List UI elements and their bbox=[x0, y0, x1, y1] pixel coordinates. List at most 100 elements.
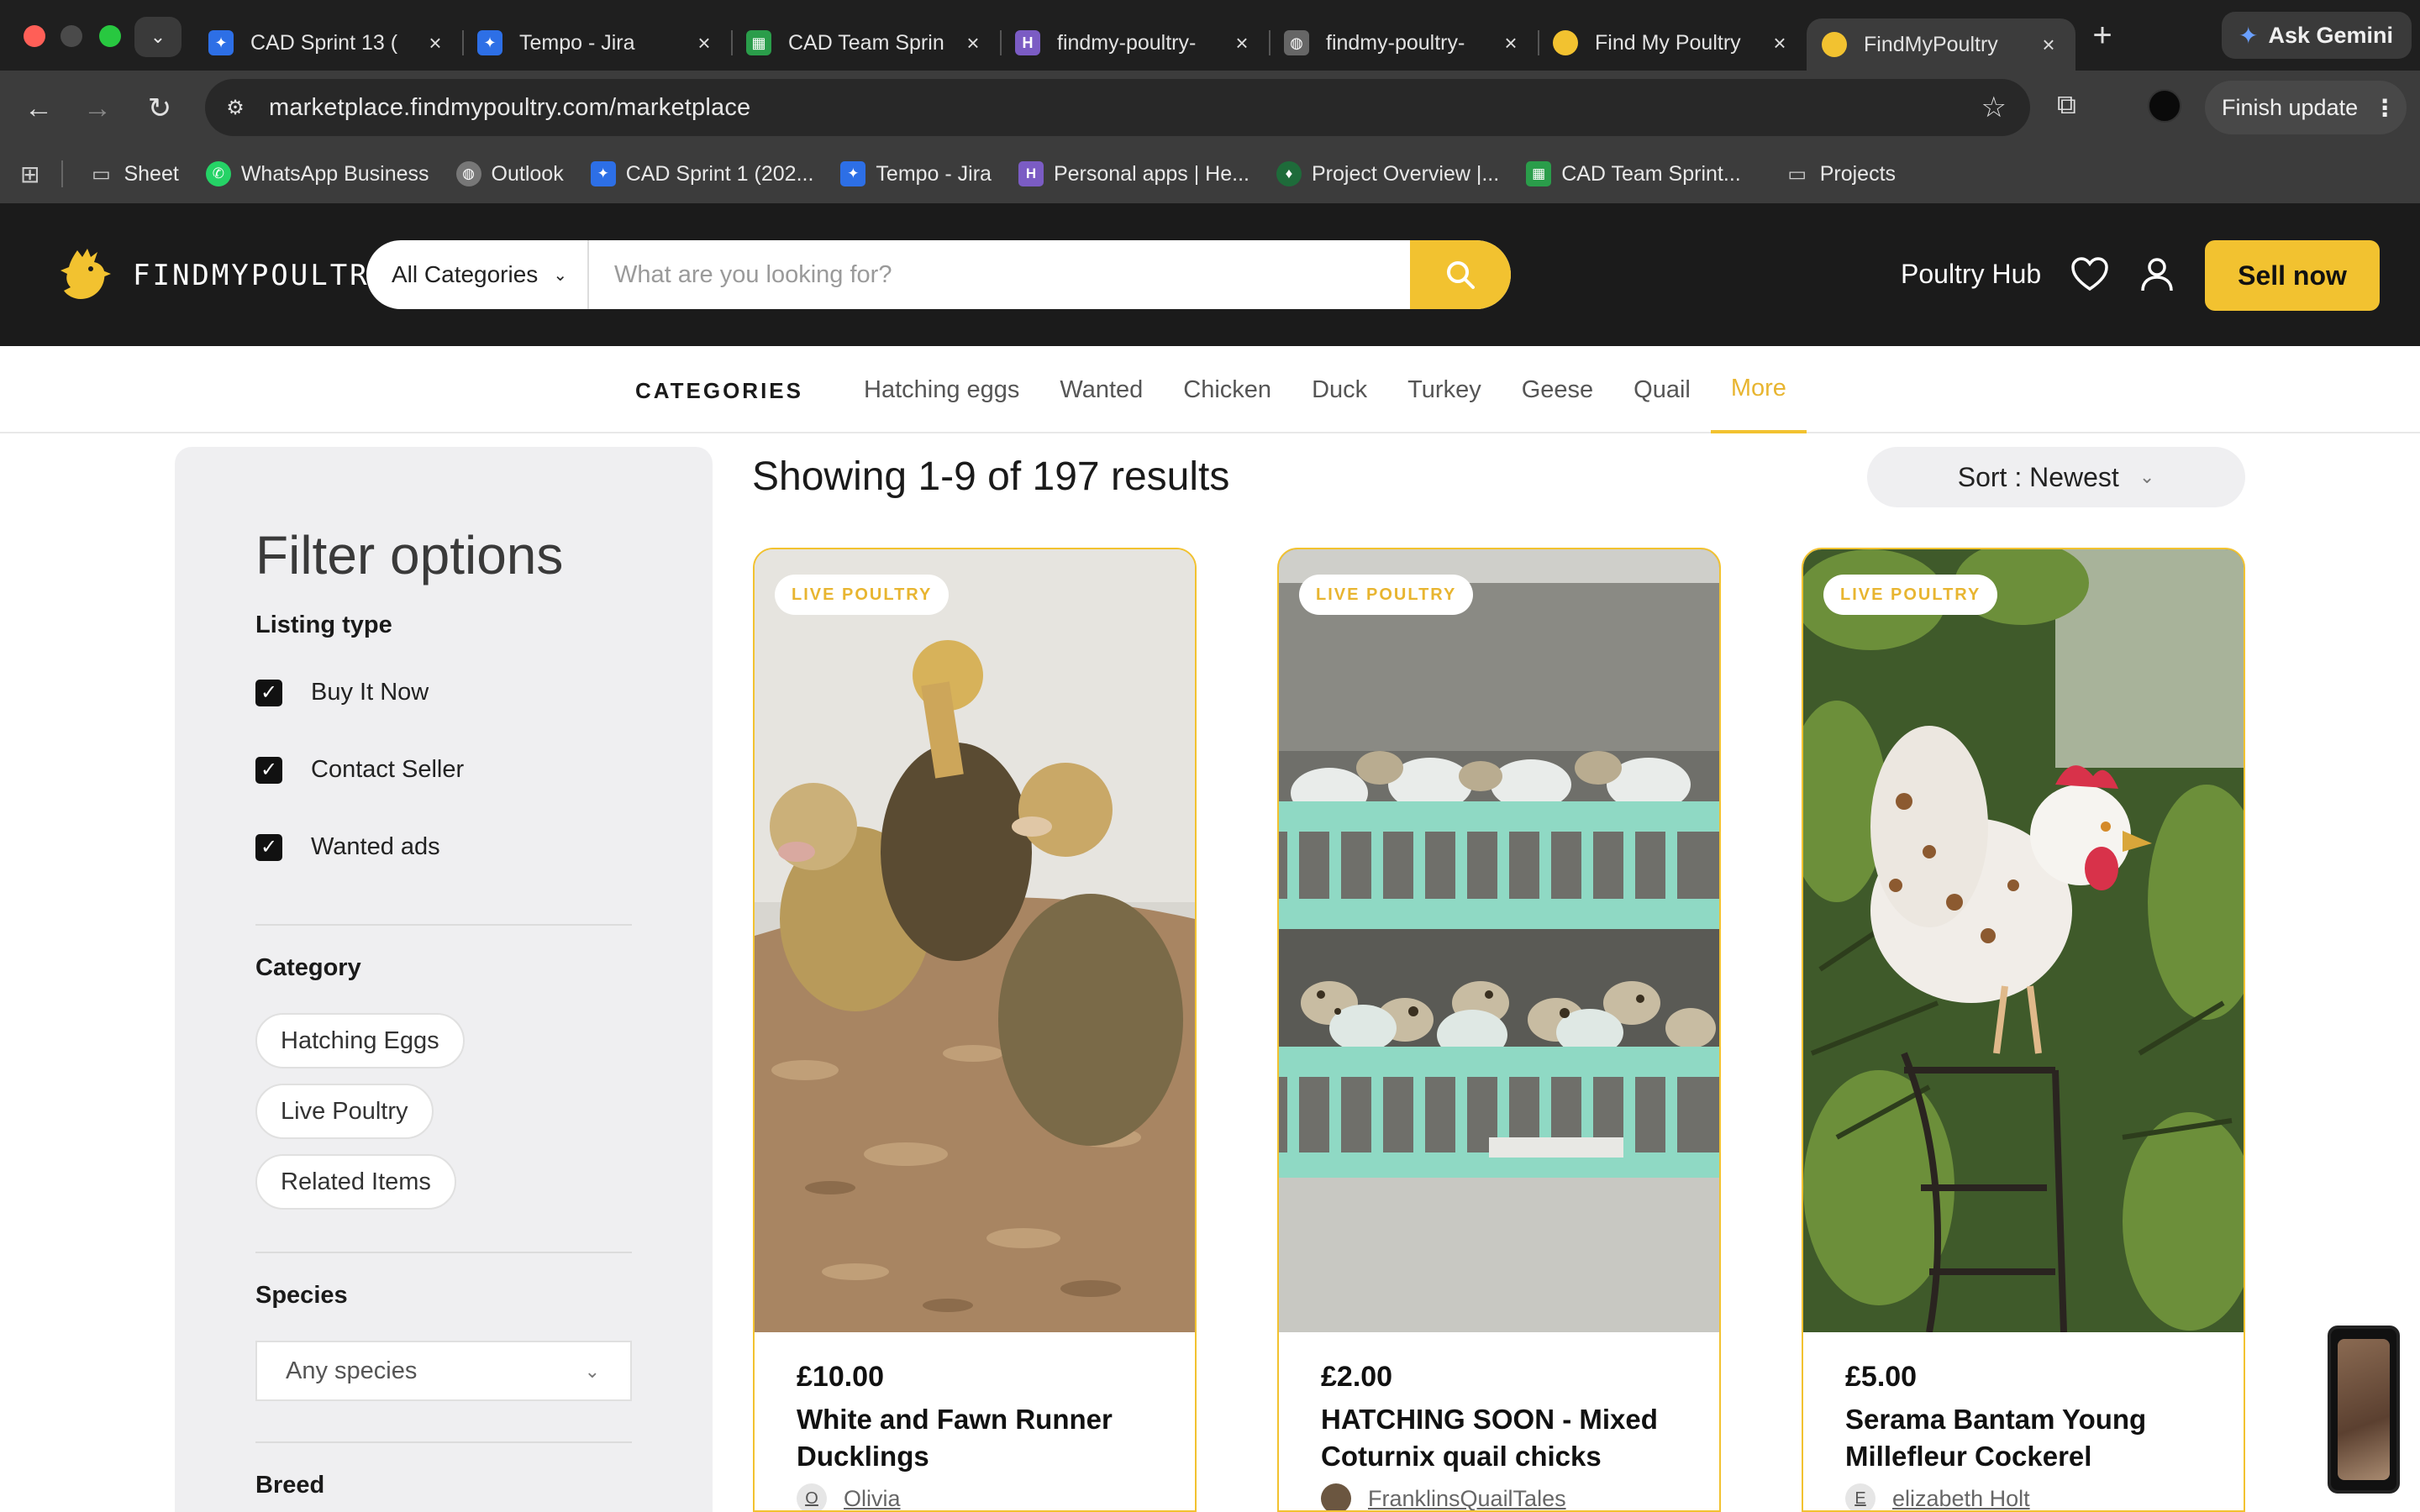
close-icon[interactable]: × bbox=[1499, 30, 1523, 56]
category-link-wanted[interactable]: Wanted bbox=[1039, 346, 1163, 433]
new-tab-button[interactable]: + bbox=[2082, 17, 2123, 57]
browser-tab[interactable]: ◍ findmy-poultry- × bbox=[1269, 18, 1538, 67]
site-info-icon[interactable]: ⚙ bbox=[218, 91, 252, 124]
jira-icon: ✦ bbox=[840, 161, 866, 186]
window-minimize-button[interactable] bbox=[60, 25, 82, 47]
close-icon[interactable]: × bbox=[1768, 30, 1791, 56]
search-bar: All Categories ⌄ What are you looking fo… bbox=[366, 240, 1511, 309]
seller-name: FranklinsQuailTales bbox=[1368, 1485, 1566, 1511]
close-icon[interactable]: × bbox=[692, 30, 716, 56]
close-icon[interactable]: × bbox=[2037, 32, 2060, 58]
browser-tab[interactable]: ▦ CAD Team Sprin × bbox=[731, 18, 1000, 67]
checkbox-contact-seller[interactable]: ✓ Contact Seller bbox=[255, 756, 464, 784]
listing-image-ducklings[interactable] bbox=[755, 549, 1195, 1332]
bookmark-item[interactable]: ▭ Projects bbox=[1785, 161, 1896, 186]
category-link-turkey[interactable]: Turkey bbox=[1387, 346, 1502, 433]
category-link-hatching-eggs[interactable]: Hatching eggs bbox=[844, 346, 1039, 433]
floating-preview-widget[interactable] bbox=[2328, 1326, 2400, 1494]
heart-icon[interactable] bbox=[2070, 255, 2109, 294]
checkbox-checked-icon[interactable]: ✓ bbox=[255, 679, 282, 706]
user-icon[interactable] bbox=[2138, 255, 2176, 294]
bookmark-label: Outlook bbox=[491, 161, 564, 186]
bookmark-item[interactable]: ◍ Outlook bbox=[455, 161, 564, 186]
browser-tab[interactable]: Find My Poultry × bbox=[1538, 18, 1807, 67]
logo-text: FINDMYPOULTRY bbox=[133, 259, 390, 292]
seller-link[interactable]: FranklinsQuailTales bbox=[1321, 1483, 1566, 1511]
tab-search-button[interactable]: ⌄ bbox=[134, 17, 182, 57]
bookmark-item[interactable]: ✆ WhatsApp Business bbox=[205, 161, 429, 186]
checkbox-buy-it-now[interactable]: ✓ Buy It Now bbox=[255, 679, 429, 706]
seller-link[interactable]: O Olivia bbox=[797, 1483, 901, 1510]
bookmark-star-icon[interactable]: ☆ bbox=[1981, 91, 2007, 124]
back-icon[interactable]: ← bbox=[18, 89, 59, 129]
category-nav: CATEGORIES Hatching eggs Wanted Chicken … bbox=[0, 346, 2420, 433]
chip-live-poultry[interactable]: Live Poultry bbox=[255, 1084, 434, 1139]
whatsapp-icon: ✆ bbox=[205, 161, 231, 186]
address-bar[interactable]: ⚙ marketplace.findmypoultry.com/marketpl… bbox=[205, 79, 2030, 136]
seller-link[interactable]: E elizabeth Holt bbox=[1845, 1483, 2030, 1510]
finish-update-button[interactable]: Finish update ⋮ bbox=[2205, 81, 2407, 134]
url-text[interactable]: marketplace.findmypoultry.com/marketplac… bbox=[269, 94, 750, 122]
bookmark-item[interactable]: ▭ Sheet bbox=[88, 161, 179, 186]
category-badge: LIVE POULTRY bbox=[1823, 575, 1998, 615]
bookmark-item[interactable]: ♦ Project Overview |... bbox=[1276, 161, 1499, 186]
checkbox-checked-icon[interactable]: ✓ bbox=[255, 756, 282, 784]
category-link-more[interactable]: More bbox=[1710, 346, 1807, 433]
category-heading: Category bbox=[255, 954, 361, 981]
tab-list: ✦ CAD Sprint 13 ( × ✦ Tempo - Jira × ▦ C… bbox=[193, 10, 2075, 71]
category-link-duck[interactable]: Duck bbox=[1292, 346, 1387, 433]
browser-tab[interactable]: ✦ CAD Sprint 13 ( × bbox=[193, 18, 462, 67]
close-icon[interactable]: × bbox=[961, 30, 985, 56]
listing-title[interactable]: White and Fawn Runner Ducklings bbox=[797, 1401, 1166, 1475]
listing-card[interactable]: LIVE POULTRY £2.00 HATCHING SOON - Mixed… bbox=[1277, 548, 1721, 1512]
search-input[interactable]: What are you looking for? bbox=[589, 240, 1410, 309]
browser-toolbar: ← → ↻ ⚙ marketplace.findmypoultry.com/ma… bbox=[0, 71, 2420, 144]
bookmark-item[interactable]: ✦ Tempo - Jira bbox=[840, 161, 992, 186]
listing-card[interactable]: LIVE POULTRY £10.00 White and Fawn Runne… bbox=[753, 548, 1197, 1512]
bookmark-item[interactable]: ✦ CAD Sprint 1 (202... bbox=[590, 161, 814, 186]
listing-title[interactable]: Serama Bantam Young Millefleur Cockerel bbox=[1845, 1401, 2215, 1475]
sort-dropdown[interactable]: Sort : Newest ⌄ bbox=[1867, 447, 2245, 507]
divider bbox=[255, 1252, 632, 1253]
chevron-down-icon: ⌄ bbox=[553, 265, 568, 285]
poultry-hub-link[interactable]: Poultry Hub bbox=[1901, 259, 2041, 290]
listing-image-cockerel[interactable] bbox=[1803, 549, 2244, 1332]
site-header: FINDMYPOULTRY All Categories ⌄ What are … bbox=[0, 203, 2420, 346]
sell-now-button[interactable]: Sell now bbox=[2205, 240, 2380, 311]
species-select-value: Any species bbox=[286, 1357, 418, 1384]
category-link-geese[interactable]: Geese bbox=[1502, 346, 1613, 433]
species-select[interactable]: Any species ⌄ bbox=[255, 1341, 632, 1401]
window-maximize-button[interactable] bbox=[99, 25, 121, 47]
bookmark-label: Personal apps | He... bbox=[1053, 161, 1249, 186]
ask-gemini-button[interactable]: ✦ Ask Gemini bbox=[2222, 12, 2412, 59]
window-close-button[interactable] bbox=[24, 25, 45, 47]
close-icon[interactable]: × bbox=[424, 30, 447, 56]
bookmark-item[interactable]: H Personal apps | He... bbox=[1018, 161, 1249, 186]
reload-icon[interactable]: ↻ bbox=[139, 89, 180, 129]
profile-avatar[interactable] bbox=[2148, 89, 2181, 123]
browser-tab[interactable]: ✦ Tempo - Jira × bbox=[462, 18, 731, 67]
extensions-icon[interactable]: ⧉ bbox=[2057, 89, 2076, 121]
category-link-chicken[interactable]: Chicken bbox=[1163, 346, 1292, 433]
bookmark-label: CAD Sprint 1 (202... bbox=[625, 161, 814, 186]
listing-image-quail-eggs[interactable] bbox=[1279, 549, 1719, 1332]
chip-related-items[interactable]: Related Items bbox=[255, 1154, 456, 1210]
category-dropdown[interactable]: All Categories ⌄ bbox=[366, 240, 589, 309]
browser-tab[interactable]: H findmy-poultry- × bbox=[1000, 18, 1269, 67]
checkbox-wanted-ads[interactable]: ✓ Wanted ads bbox=[255, 833, 440, 861]
checkbox-checked-icon[interactable]: ✓ bbox=[255, 833, 282, 861]
seller-avatar bbox=[1321, 1483, 1351, 1510]
chip-hatching-eggs[interactable]: Hatching Eggs bbox=[255, 1013, 465, 1068]
apps-grid-icon[interactable]: ⊞ bbox=[20, 160, 39, 188]
gemini-icon: ✦ bbox=[2238, 22, 2259, 49]
category-link-quail[interactable]: Quail bbox=[1613, 346, 1711, 433]
listing-card[interactable]: LIVE POULTRY £5.00 Serama Bantam Young M… bbox=[1802, 548, 2245, 1512]
browser-tab-active[interactable]: FindMyPoultry × bbox=[1807, 18, 2075, 71]
close-icon[interactable]: × bbox=[1230, 30, 1254, 56]
listing-title[interactable]: HATCHING SOON - Mixed Coturnix quail chi… bbox=[1321, 1401, 1691, 1475]
forward-icon[interactable]: → bbox=[77, 89, 118, 129]
search-button[interactable] bbox=[1410, 240, 1511, 309]
listing-type-heading: Listing type bbox=[255, 612, 392, 638]
site-logo[interactable]: FINDMYPOULTRY bbox=[59, 245, 389, 306]
bookmark-item[interactable]: ▦ CAD Team Sprint... bbox=[1526, 161, 1741, 186]
